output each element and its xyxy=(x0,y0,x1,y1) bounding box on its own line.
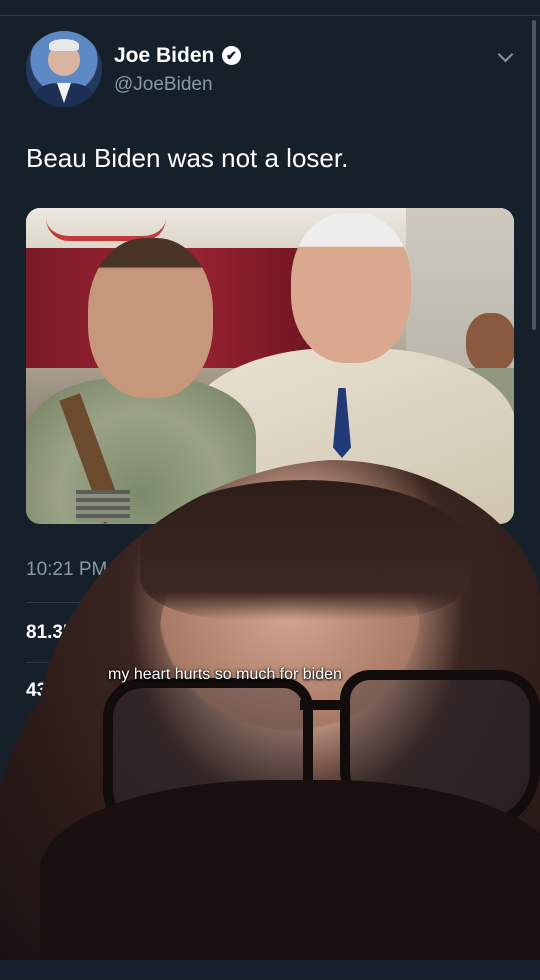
tweet-text: Beau Biden was not a loser. xyxy=(26,143,349,173)
avatar-hair xyxy=(49,39,79,51)
verified-badge-icon: ✔ xyxy=(222,46,241,65)
photo-soldier-head xyxy=(88,238,213,398)
author-handle[interactable]: @JoeBiden xyxy=(114,74,213,96)
chevron-down-icon[interactable] xyxy=(497,46,514,63)
top-divider xyxy=(0,15,540,16)
overlay-face-cover xyxy=(40,780,540,980)
author-name[interactable]: Joe Biden xyxy=(114,44,214,68)
photo-flag-patch xyxy=(76,490,130,522)
video-caption: my heart hurts so much for biden xyxy=(108,666,342,683)
photo-white-haired-head xyxy=(291,213,411,363)
glasses-bridge xyxy=(300,700,345,710)
photo-background-soldier xyxy=(466,313,514,373)
scrollbar[interactable] xyxy=(532,20,536,330)
reaction-video-overlay xyxy=(0,460,540,960)
profile-avatar[interactable] xyxy=(26,31,102,107)
